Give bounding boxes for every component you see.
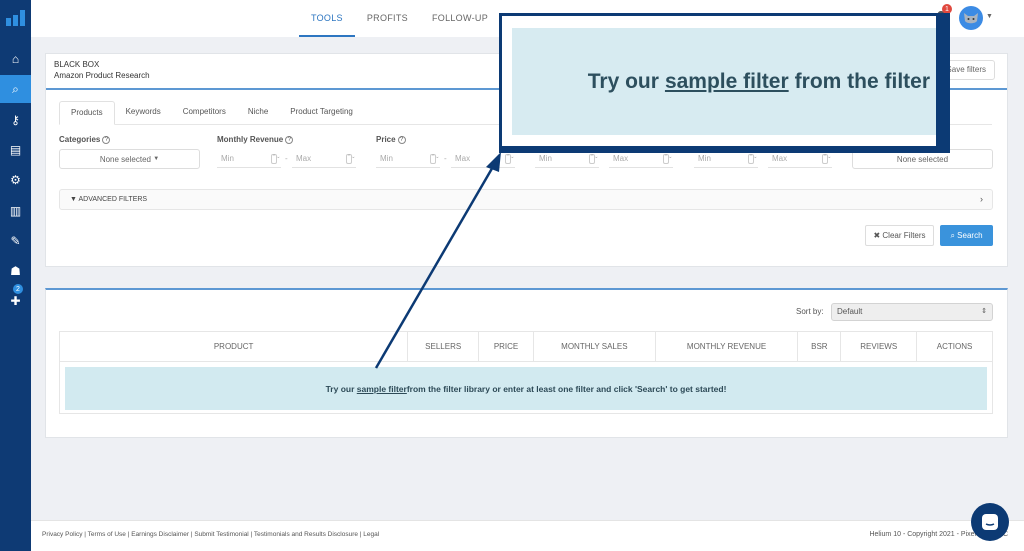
col-monthly-revenue[interactable]: MONTHLY REVENUE <box>656 332 799 361</box>
table-header: PRODUCT SELLERS PRICE MONTHLY SALES MONT… <box>60 332 992 362</box>
col-product[interactable]: PRODUCT <box>60 332 409 361</box>
results-panel: Sort by: Default ⇕ PRODUCT SELLERS PRICE … <box>45 288 1008 438</box>
categories-label: Categories? <box>59 135 111 144</box>
sidebar-item-extensions[interactable]: ✚ 2 <box>0 284 31 315</box>
top-nav: TOOLS PROFITS FOLLOW-UP <box>299 0 500 37</box>
callout-sample-filter-link[interactable]: sample filter <box>665 70 789 94</box>
cat-avatar-icon <box>964 13 978 24</box>
tab-competitors[interactable]: Competitors <box>172 101 237 125</box>
nav-follow-up[interactable]: FOLLOW-UP <box>420 0 500 37</box>
nav-tools[interactable]: TOOLS <box>299 0 355 37</box>
stepper-icon[interactable]: ⌃⌄ <box>589 154 598 164</box>
search-button[interactable]: ⌕ Search <box>940 225 993 246</box>
extension-badge: 2 <box>13 284 23 294</box>
marketing-megaphone-icon: ✎ <box>10 234 21 248</box>
clear-filters-button[interactable]: ✖ Clear Filters <box>865 225 934 246</box>
sort-by-select[interactable]: Default ⇕ <box>831 303 993 321</box>
help-icon[interactable]: ? <box>102 135 111 144</box>
stepper-icon[interactable]: ⌃⌄ <box>748 154 757 164</box>
col-actions[interactable]: ACTIONS <box>917 332 992 361</box>
chat-button[interactable] <box>971 503 1009 541</box>
user-avatar[interactable] <box>959 6 983 30</box>
sidebar-item-operations[interactable]: ⚙ <box>0 166 31 194</box>
chat-icon <box>982 514 998 530</box>
extension-puzzle-icon: ✚ <box>10 294 21 308</box>
footer-links[interactable]: Privacy Policy | Terms of Use | Earnings… <box>42 531 379 538</box>
sidebar-item-keywords[interactable]: ⚷ <box>0 106 31 134</box>
monthly-revenue-label: Monthly Revenue? <box>217 135 294 144</box>
stepper-icon[interactable]: ⌃⌄ <box>822 154 831 164</box>
sort-by-label: Sort by: <box>796 307 824 316</box>
col-reviews[interactable]: REVIEWS <box>841 332 918 361</box>
stepper-icon[interactable]: ⌃⌄ <box>430 154 439 164</box>
stepper-icon[interactable]: ⌃⌄ <box>346 154 355 164</box>
helium10-logo-icon[interactable] <box>6 10 25 26</box>
advanced-filters-label: ADVANCED FILTERS <box>78 196 148 203</box>
empty-suffix: from the filter library or enter at leas… <box>406 383 727 394</box>
tab-products[interactable]: Products <box>59 101 115 125</box>
help-icon[interactable]: ? <box>285 135 294 144</box>
close-icon: ✖ <box>873 231 881 240</box>
sidebar-item-analytics[interactable]: ▥ <box>0 197 31 225</box>
price-label: Price? <box>376 135 406 144</box>
stepper-icon[interactable]: ⌃⌄ <box>505 154 514 164</box>
sidebar-item-marketing[interactable]: ✎ <box>0 227 31 255</box>
empty-state-message: Try our sample filter from the filter li… <box>65 367 987 410</box>
chevron-right-icon: › <box>980 194 983 204</box>
analytics-chart-icon: ▥ <box>9 204 22 218</box>
callout-inner: Try our sample filter from the filter <box>502 16 936 146</box>
zoom-callout: Try our sample filter from the filter <box>499 13 950 153</box>
sidebar-item-listing[interactable]: ▤ <box>0 136 31 164</box>
results-table: PRODUCT SELLERS PRICE MONTHLY SALES MONT… <box>59 331 993 414</box>
caret-down-icon: ▼ <box>153 156 160 162</box>
home-icon: ⌂ <box>11 52 20 66</box>
filter-funnel-icon: ▼ <box>70 196 77 203</box>
keyword-tools-icon: ⚷ <box>11 113 20 127</box>
sample-filter-link[interactable]: sample filter <box>357 384 407 394</box>
stepper-icon[interactable]: ⌃⌄ <box>663 154 672 164</box>
col-bsr[interactable]: BSR <box>798 332 842 361</box>
callout-suffix: from the filter <box>794 69 930 93</box>
footer: Privacy Policy | Terms of Use | Earnings… <box>31 520 1024 551</box>
sidebar-item-home[interactable]: ⌂ <box>0 45 31 73</box>
stepper-icon[interactable]: ⌃⌄ <box>271 154 280 164</box>
listing-icon: ▤ <box>9 143 22 157</box>
range-separator: - <box>444 154 447 163</box>
monthly-revenue-min-input[interactable]: Min ⌃⌄ <box>217 150 281 168</box>
academy-graduation-cap-icon: ☗ <box>10 264 21 278</box>
sidebar: ⌂ ⌕ ⚷ ▤ ⚙ ▥ ✎ ☗ ✚ 2 <box>0 0 31 551</box>
nav-profits[interactable]: PROFITS <box>355 0 420 37</box>
price-min-input[interactable]: Min ⌃⌄ <box>376 150 440 168</box>
help-icon[interactable]: ? <box>397 135 406 144</box>
monthly-revenue-max-input[interactable]: Max ⌃⌄ <box>292 150 356 168</box>
col-price[interactable]: PRICE <box>479 332 534 361</box>
callout-prefix: Try our <box>587 69 659 93</box>
operations-gears-icon: ⚙ <box>10 173 21 187</box>
search-icon: ⌕ <box>950 231 955 240</box>
empty-prefix: Try our <box>325 383 355 394</box>
categories-select[interactable]: None selected ▼ <box>59 149 200 169</box>
range-separator: - <box>285 154 288 163</box>
tab-product-targeting[interactable]: Product Targeting <box>279 101 364 125</box>
callout-message: Try our sample filter from the filter <box>512 28 936 135</box>
col-monthly-sales[interactable]: MONTHLY SALES <box>534 332 656 361</box>
select-arrows-icon: ⇕ <box>981 308 987 315</box>
search-icon: ⌕ <box>12 81 19 96</box>
tab-keywords[interactable]: Keywords <box>115 101 172 125</box>
advanced-filters-toggle[interactable]: ▼ ADVANCED FILTERS › <box>59 189 993 210</box>
col-sellers[interactable]: SELLERS <box>408 332 480 361</box>
sidebar-item-research[interactable]: ⌕ <box>0 75 31 103</box>
tab-niche[interactable]: Niche <box>237 101 279 125</box>
sidebar-item-academy[interactable]: ☗ <box>0 257 31 285</box>
chevron-down-icon[interactable]: ▼ <box>986 13 993 20</box>
